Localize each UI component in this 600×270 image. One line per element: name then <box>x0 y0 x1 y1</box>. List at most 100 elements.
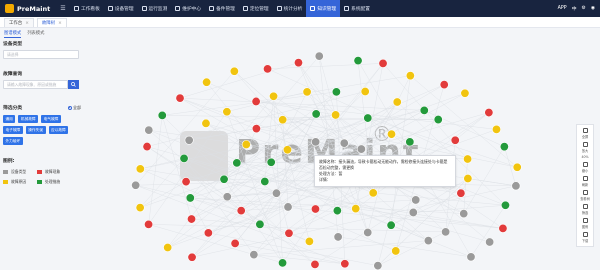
category-chip[interactable]: 外力破坏 <box>3 137 23 145</box>
graph-node-measure[interactable] <box>332 206 342 216</box>
tab-1[interactable]: 故障树 × <box>36 18 67 27</box>
graph-node-measure[interactable] <box>386 220 396 230</box>
graph-node-device[interactable] <box>283 202 293 212</box>
graph-node-phenomenon[interactable] <box>310 259 320 269</box>
graph-node-phenomenon[interactable] <box>284 228 294 238</box>
graph-node-measure[interactable] <box>278 258 288 268</box>
graph-node-measure[interactable] <box>353 56 363 66</box>
nav-item-5[interactable]: 定位管理 <box>239 0 273 17</box>
graph-node-cause[interactable] <box>387 129 397 139</box>
graph-node-measure[interactable] <box>419 105 429 115</box>
graph-node-cause[interactable] <box>512 162 522 172</box>
graph-node-cause[interactable] <box>331 110 341 120</box>
graph-node-device[interactable] <box>441 227 451 237</box>
category-chip[interactable]: 操作失误 <box>25 126 46 134</box>
graph-node-measure[interactable] <box>266 157 276 167</box>
graph-node-phenomenon[interactable] <box>175 93 185 103</box>
close-icon[interactable]: × <box>58 21 62 26</box>
graph-node-cause[interactable] <box>135 164 145 174</box>
graph-node-cause[interactable] <box>201 118 211 128</box>
nav-item-6[interactable]: 统计分析 <box>273 0 307 17</box>
graph-node-cause[interactable] <box>368 188 378 198</box>
graph-node-phenomenon[interactable] <box>263 64 273 74</box>
graph-node-measure[interactable] <box>219 174 229 184</box>
app-logo[interactable]: PreMaint <box>0 4 58 13</box>
graph-node-phenomenon[interactable] <box>456 188 466 198</box>
graph-node-device[interactable] <box>131 180 141 190</box>
nav-item-3[interactable]: 维护中心 <box>171 0 205 17</box>
graph-node-cause[interactable] <box>241 139 251 149</box>
graph-node-device[interactable] <box>356 144 366 154</box>
graph-node-phenomenon[interactable] <box>484 108 494 118</box>
graph-node-measure[interactable] <box>185 193 195 203</box>
graph-node-device[interactable] <box>373 261 383 270</box>
knowledge-graph[interactable] <box>86 38 576 270</box>
category-chip[interactable]: 电气故障 <box>41 115 61 123</box>
language-switch[interactable]: 中 <box>572 5 577 12</box>
graph-node-phenomenon[interactable] <box>251 124 261 134</box>
graph-node-cause[interactable] <box>392 97 402 107</box>
category-chip[interactable]: 机械故障 <box>18 115 39 123</box>
graph-node-measure[interactable] <box>260 177 270 187</box>
graph-node-phenomenon[interactable] <box>142 142 152 152</box>
graph-node-phenomenon[interactable] <box>187 214 197 224</box>
graph-node-cause[interactable] <box>351 204 361 214</box>
graph-node-device[interactable] <box>459 209 469 219</box>
filter-all-radio[interactable]: 全部 <box>67 105 81 111</box>
graph-node-cause[interactable] <box>405 71 415 81</box>
graph-node-device[interactable] <box>339 138 349 148</box>
graph-node-cause[interactable] <box>135 203 145 213</box>
graph-node-measure[interactable] <box>331 87 341 97</box>
category-chip[interactable]: 通用 <box>3 115 16 123</box>
graph-node-device[interactable] <box>511 181 521 191</box>
graph-node-measure[interactable] <box>255 219 265 229</box>
hamburger-icon[interactable]: ☰ <box>58 5 68 12</box>
graph-node-device[interactable] <box>314 51 324 61</box>
tab-0[interactable]: 工作台 × <box>4 18 34 27</box>
graph-node-phenomenon[interactable] <box>230 238 240 248</box>
graph-node-cause[interactable] <box>302 87 312 97</box>
graph-node-cause[interactable] <box>491 124 501 134</box>
user-avatar[interactable]: ◉ <box>591 6 595 11</box>
nav-item-7[interactable]: 知识管理 <box>306 0 341 17</box>
zoom-in-icon[interactable] <box>582 142 588 147</box>
graph-node-cause[interactable] <box>460 88 470 98</box>
graph-node-phenomenon[interactable] <box>187 252 197 262</box>
settings-icon[interactable]: ⚙ <box>582 6 586 11</box>
graph-node-device[interactable] <box>271 188 281 198</box>
graph-node-device[interactable] <box>184 135 194 145</box>
nav-item-0[interactable]: 工作看板 <box>70 0 104 17</box>
refresh-icon[interactable] <box>582 176 588 181</box>
graph-node-device[interactable] <box>363 228 373 238</box>
graph-node-measure[interactable] <box>500 200 510 210</box>
graph-node-phenomenon[interactable] <box>378 58 388 68</box>
search-button[interactable] <box>68 80 79 89</box>
app-download-link[interactable]: APP <box>558 6 567 11</box>
graph-node-measure[interactable] <box>311 109 321 119</box>
graph-node-phenomenon[interactable] <box>236 206 246 216</box>
fullscreen-icon[interactable] <box>582 128 588 133</box>
graph-node-cause[interactable] <box>229 66 239 76</box>
graph-node-cause[interactable] <box>282 145 292 155</box>
graph-node-device[interactable] <box>144 125 154 135</box>
graph-node-measure[interactable] <box>433 115 443 125</box>
graph-node-phenomenon[interactable] <box>251 96 261 106</box>
graph-node-device[interactable] <box>485 237 495 247</box>
view-tab-0[interactable]: 图谱模式 <box>4 30 22 38</box>
graph-node-device[interactable] <box>423 236 433 246</box>
device-type-select[interactable]: 请选择 <box>3 50 79 59</box>
graph-node-measure[interactable] <box>179 153 189 163</box>
graph-node-device[interactable] <box>249 250 259 260</box>
filter-icon[interactable] <box>582 204 588 209</box>
tree-icon[interactable] <box>582 190 588 195</box>
graph-node-phenomenon[interactable] <box>310 204 320 214</box>
graph-node-cause[interactable] <box>222 107 232 117</box>
graph-node-phenomenon[interactable] <box>144 219 154 229</box>
graph-node-device[interactable] <box>311 137 321 147</box>
graph-node-device[interactable] <box>408 207 418 217</box>
graph-node-measure[interactable] <box>157 110 167 120</box>
download-icon[interactable] <box>582 232 588 237</box>
graph-node-device[interactable] <box>411 195 421 205</box>
graph-node-cause[interactable] <box>278 115 288 125</box>
graph-node-measure[interactable] <box>363 113 373 123</box>
